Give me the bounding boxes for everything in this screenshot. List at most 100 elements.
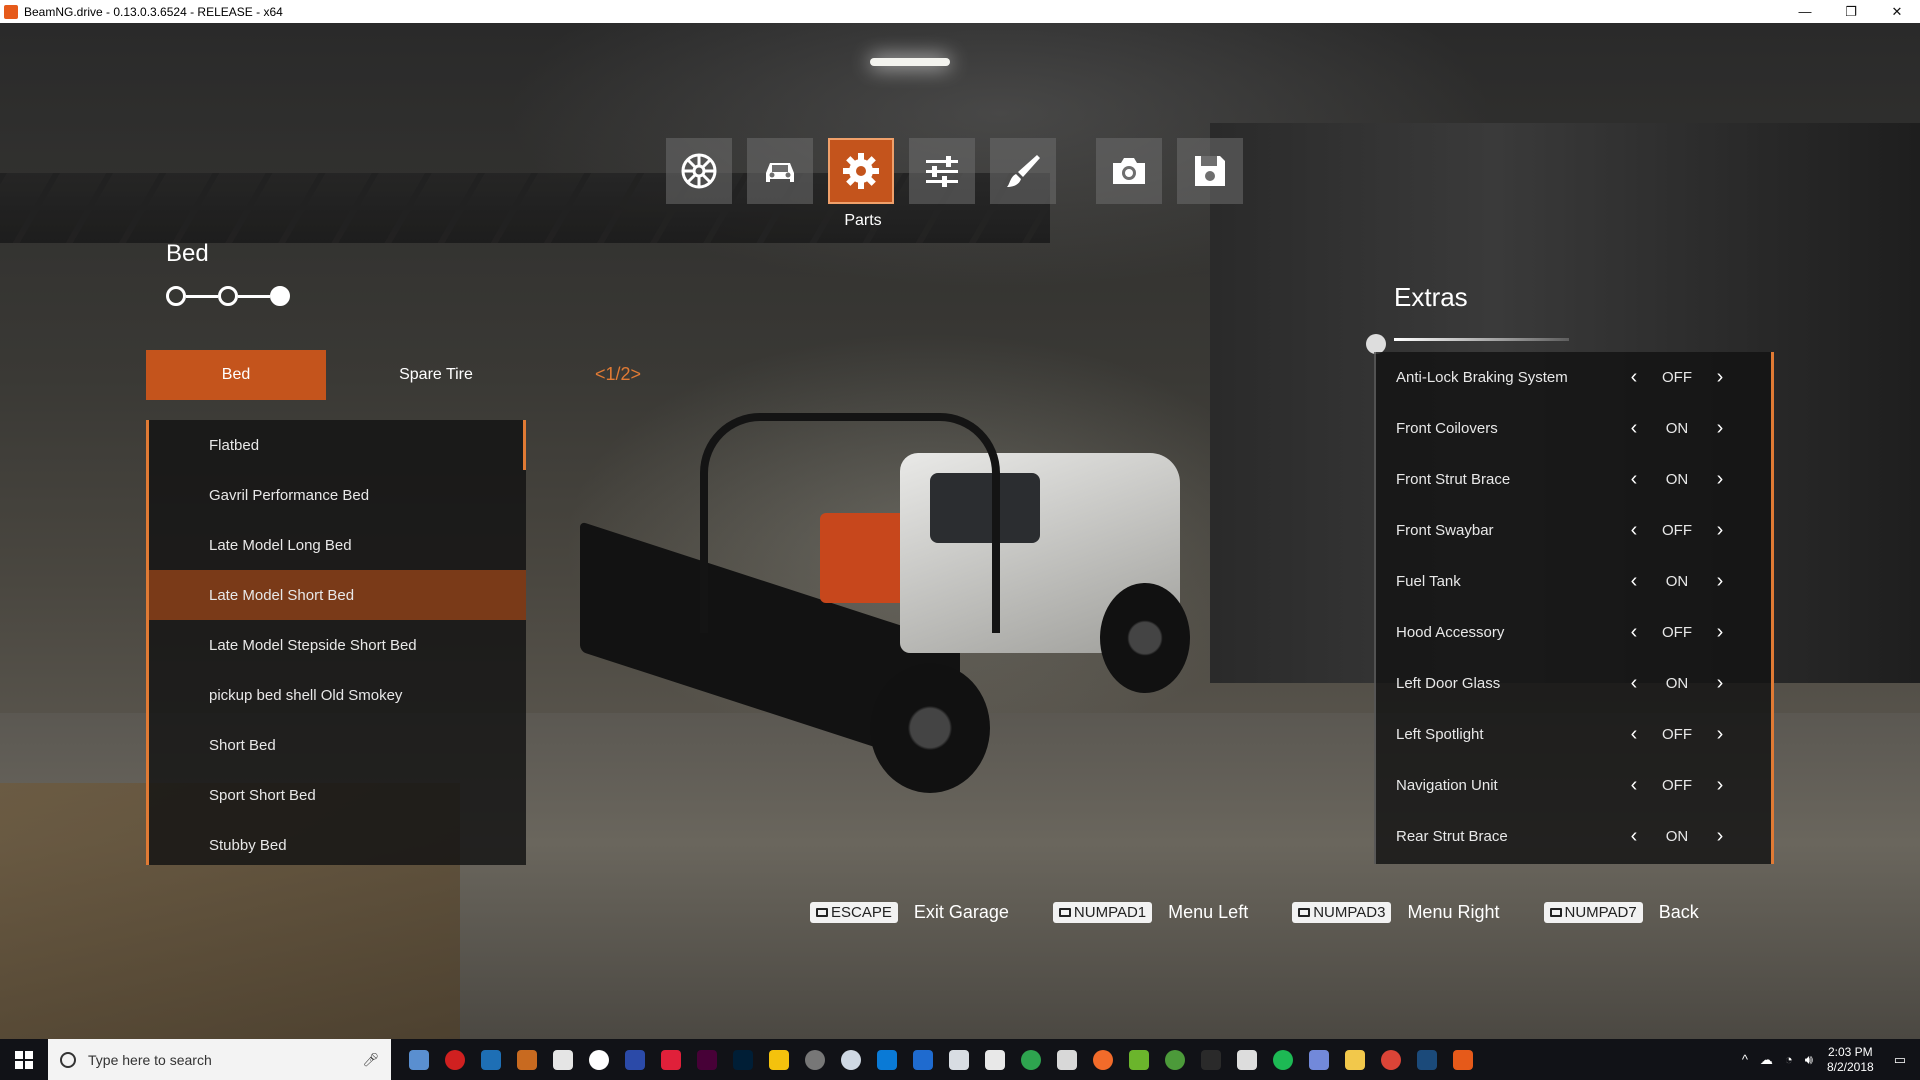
list-item[interactable]: Stubby Bed xyxy=(149,820,526,870)
photo-mode-button[interactable] xyxy=(1096,138,1162,204)
wifi-icon[interactable]: ◔ xyxy=(1785,1052,1793,1067)
taskbar-app-icon[interactable] xyxy=(1337,1039,1373,1080)
chevron-right-icon[interactable]: › xyxy=(1700,468,1740,491)
taskbar-app-icon[interactable] xyxy=(473,1039,509,1080)
chevron-left-icon[interactable]: ‹ xyxy=(1614,519,1654,542)
volume-icon[interactable]: 🔊︎ xyxy=(1805,1052,1813,1068)
taskbar-app-icon[interactable] xyxy=(1301,1039,1337,1080)
chevron-left-icon[interactable]: ‹ xyxy=(1614,621,1654,644)
taskbar-app-icon[interactable] xyxy=(1013,1039,1049,1080)
parts-button[interactable] xyxy=(828,138,894,204)
taskbar-app-icon[interactable] xyxy=(545,1039,581,1080)
clock-time: 2:03 PM xyxy=(1827,1044,1873,1059)
taskbar-search[interactable]: Type here to search 🎤︎ xyxy=(48,1039,391,1080)
list-item[interactable]: Sport Short Bed xyxy=(149,770,526,820)
save-icon xyxy=(1195,156,1225,186)
chevron-right-icon[interactable]: › xyxy=(1700,774,1740,797)
chevron-right-icon[interactable]: › xyxy=(1700,417,1740,440)
start-button[interactable] xyxy=(0,1039,48,1080)
list-item[interactable]: Late Model Stepside Short Bed xyxy=(149,620,526,670)
chevron-left-icon[interactable]: ‹ xyxy=(1614,672,1654,695)
tab-spare-tire[interactable]: Spare Tire xyxy=(346,350,526,400)
taskbar-app-icon[interactable] xyxy=(689,1039,725,1080)
taskbar-app-icon[interactable] xyxy=(1085,1039,1121,1080)
vehicles-button[interactable] xyxy=(666,138,732,204)
chevron-left-icon[interactable]: ‹ xyxy=(1614,723,1654,746)
taskbar-app-icon[interactable] xyxy=(1049,1039,1085,1080)
list-item[interactable]: Late Model Long Bed xyxy=(149,520,526,570)
chevron-right-icon[interactable]: › xyxy=(1700,519,1740,542)
list-item[interactable]: Flatbed xyxy=(149,420,526,470)
hint-menu-left[interactable]: NUMPAD1 Menu Left xyxy=(1052,902,1248,923)
hint-menu-right[interactable]: NUMPAD3 Menu Right xyxy=(1292,902,1500,923)
onedrive-icon[interactable]: ☁ xyxy=(1760,1052,1773,1068)
chevron-right-icon[interactable]: › xyxy=(1700,825,1740,848)
chevron-right-icon[interactable]: › xyxy=(1700,672,1740,695)
taskbar-app-icon[interactable] xyxy=(1121,1039,1157,1080)
taskbar-app-icon[interactable] xyxy=(581,1039,617,1080)
parts-list-scrollbar[interactable] xyxy=(523,420,526,470)
breadcrumb-step-1[interactable] xyxy=(166,286,186,306)
hint-back[interactable]: NUMPAD7 Back xyxy=(1543,902,1699,923)
taskbar-app-icon[interactable] xyxy=(1373,1039,1409,1080)
chevron-right-icon[interactable]: › xyxy=(1700,723,1740,746)
breadcrumb-step-3[interactable] xyxy=(270,286,290,306)
taskbar-app-icon[interactable] xyxy=(977,1039,1013,1080)
key-badge: NUMPAD1 xyxy=(1052,902,1153,923)
taskbar-app-icon[interactable] xyxy=(617,1039,653,1080)
taskbar-apps xyxy=(401,1039,1481,1080)
key-badge: NUMPAD7 xyxy=(1543,902,1643,923)
extras-row: Front Coilovers ‹ ON › xyxy=(1374,403,1771,454)
restore-button[interactable]: ❐ xyxy=(1828,0,1874,23)
taskbar-app-icon[interactable] xyxy=(1265,1039,1301,1080)
extras-title: Extras xyxy=(1394,282,1468,312)
parts-list: Flatbed Gavril Performance Bed Late Mode… xyxy=(146,420,526,865)
taskbar-app-icon[interactable] xyxy=(653,1039,689,1080)
paint-button[interactable] xyxy=(990,138,1056,204)
taskbar-app-icon[interactable] xyxy=(1157,1039,1193,1080)
chevron-left-icon[interactable]: ‹ xyxy=(1614,570,1654,593)
taskbar-app-icon[interactable] xyxy=(509,1039,545,1080)
chevron-left-icon[interactable]: ‹ xyxy=(1614,366,1654,389)
taskbar-app-icon[interactable] xyxy=(401,1039,437,1080)
active-menu-label: Parts xyxy=(844,212,882,229)
taskbar-app-icon[interactable] xyxy=(437,1039,473,1080)
list-item[interactable]: Short Bed xyxy=(149,720,526,770)
taskbar-app-icon[interactable] xyxy=(941,1039,977,1080)
tuning-button[interactable] xyxy=(909,138,975,204)
taskbar-app-icon[interactable] xyxy=(1445,1039,1481,1080)
tab-bed[interactable]: Bed xyxy=(146,350,326,400)
taskbar-app-icon[interactable] xyxy=(1193,1039,1229,1080)
chevron-right-icon[interactable]: › xyxy=(1700,621,1740,644)
chevron-right-icon[interactable]: › xyxy=(1700,366,1740,389)
save-config-button[interactable] xyxy=(1177,138,1243,204)
list-item-selected[interactable]: Late Model Short Bed xyxy=(149,570,526,620)
taskbar-app-icon[interactable] xyxy=(905,1039,941,1080)
taskbar-app-icon[interactable] xyxy=(833,1039,869,1080)
microphone-icon[interactable]: 🎤︎ xyxy=(362,1052,379,1068)
tab-page-indicator[interactable]: <1/2> xyxy=(595,364,641,385)
breadcrumb-step-2[interactable] xyxy=(218,286,238,306)
taskbar-clock[interactable]: 2:03 PM 8/2/2018 xyxy=(1827,1045,1874,1075)
notifications-icon[interactable]: ▭ xyxy=(1894,1052,1906,1068)
hint-exit-garage[interactable]: ESCAPE Exit Garage xyxy=(810,902,1009,923)
vehicle-config-button[interactable] xyxy=(747,138,813,204)
taskbar-app-icon[interactable] xyxy=(1229,1039,1265,1080)
minimize-button[interactable]: — xyxy=(1782,0,1828,23)
gear-icon xyxy=(843,153,879,189)
taskbar-app-icon[interactable] xyxy=(1409,1039,1445,1080)
chevron-up-icon[interactable]: ^ xyxy=(1742,1052,1748,1067)
taskbar-app-icon[interactable] xyxy=(761,1039,797,1080)
chevron-left-icon[interactable]: ‹ xyxy=(1614,774,1654,797)
chevron-left-icon[interactable]: ‹ xyxy=(1614,468,1654,491)
list-item[interactable]: pickup bed shell Old Smokey xyxy=(149,670,526,720)
extras-row: Left Spotlight ‹ OFF › xyxy=(1374,709,1771,760)
chevron-right-icon[interactable]: › xyxy=(1700,570,1740,593)
close-button[interactable]: ✕ xyxy=(1874,0,1920,23)
chevron-left-icon[interactable]: ‹ xyxy=(1614,417,1654,440)
taskbar-app-icon[interactable] xyxy=(725,1039,761,1080)
taskbar-app-icon[interactable] xyxy=(797,1039,833,1080)
taskbar-app-icon[interactable] xyxy=(869,1039,905,1080)
list-item[interactable]: Gavril Performance Bed xyxy=(149,470,526,520)
chevron-left-icon[interactable]: ‹ xyxy=(1614,825,1654,848)
